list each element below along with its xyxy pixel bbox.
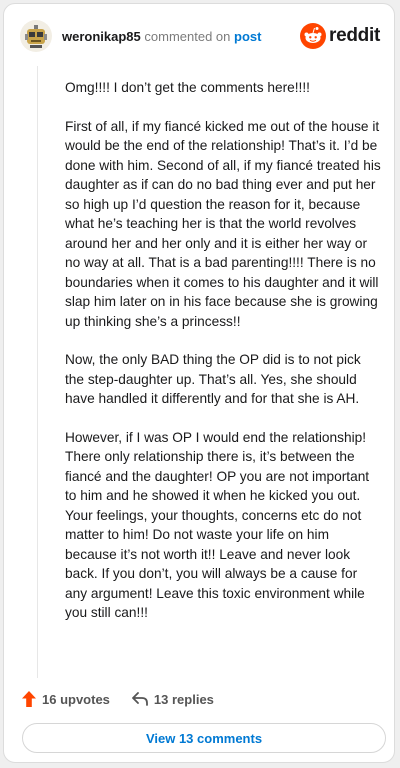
reply-count: 13 replies [153, 691, 214, 707]
action-text: commented on [144, 29, 231, 44]
comment-card: weronikap85 commented on post reddit Omg… [3, 3, 395, 763]
thread-line[interactable] [37, 66, 38, 678]
upvote-count: 16 upvotes [42, 691, 110, 707]
comment-header: weronikap85 commented on post reddit [20, 20, 380, 56]
upvote-arrow-icon [22, 691, 36, 707]
upvote-button[interactable]: 16 upvotes [22, 691, 110, 707]
comment-paragraph: First of all, if my fiancé kicked me out… [65, 118, 381, 329]
comment-paragraph: Omg!!!! I don’t get the comments here!!!… [65, 80, 310, 95]
comment-meta: weronikap85 commented on post [62, 29, 261, 45]
comment-actions: 16 upvotes 13 replies [22, 688, 236, 710]
comment-paragraph: However, if I was OP I would end the rel… [65, 429, 370, 621]
reply-arrow-icon [132, 692, 148, 706]
post-link[interactable]: post [234, 29, 261, 44]
username-link[interactable]: weronikap85 [62, 29, 141, 44]
reddit-brand[interactable]: reddit [300, 22, 380, 50]
snoo-avatar-icon[interactable] [20, 20, 52, 52]
reply-button[interactable]: 13 replies [132, 692, 214, 707]
comment-body: Omg!!!! I don’t get the comments here!!!… [65, 78, 383, 642]
comment-paragraph: Now, the only BAD thing the OP did is to… [65, 352, 361, 406]
reddit-logo-icon [300, 23, 327, 49]
brand-wordmark: reddit [329, 25, 380, 46]
view-comments-button[interactable]: View 13 comments [22, 723, 386, 753]
